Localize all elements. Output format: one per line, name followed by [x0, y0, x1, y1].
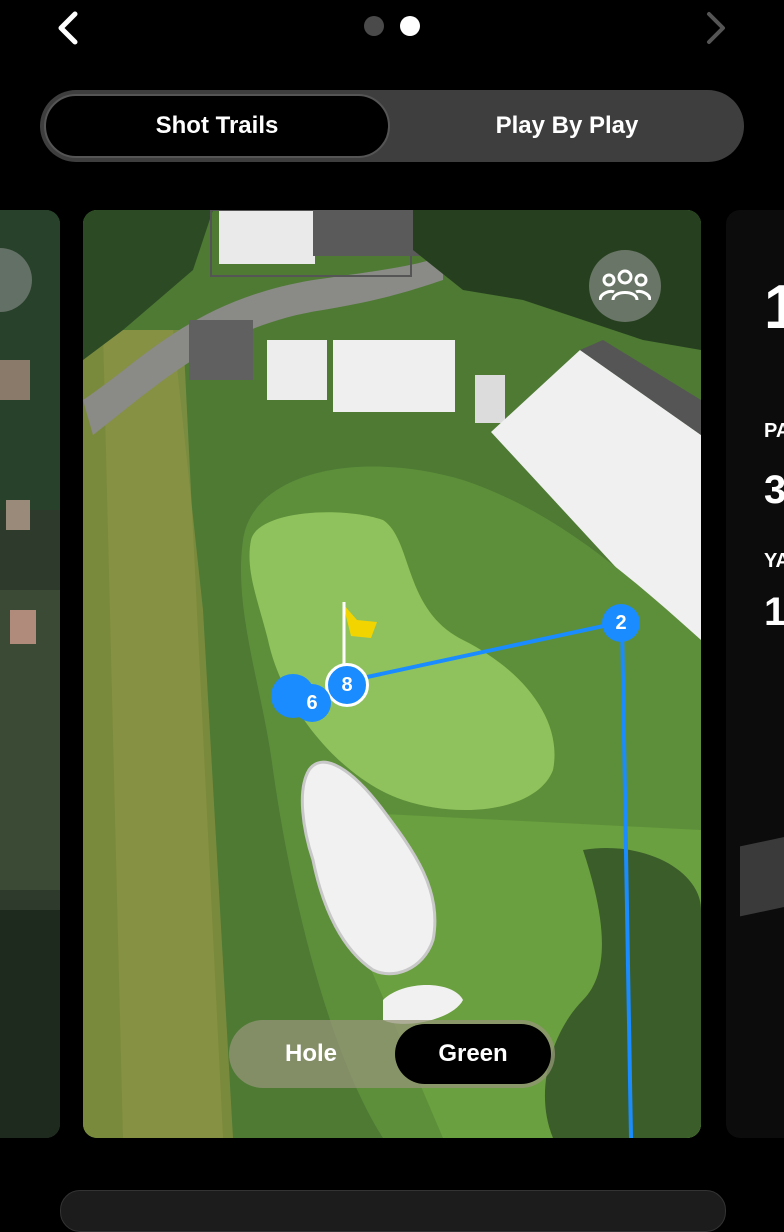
shot-marker-6[interactable]: 6	[293, 684, 331, 722]
flag-icon	[342, 602, 377, 644]
previous-hole-card[interactable]	[0, 210, 60, 1138]
bottom-panel[interactable]	[60, 1190, 726, 1232]
hole-info-card[interactable]: 1 PA 3 YA 1	[726, 210, 784, 1138]
toggle-green[interactable]: Green	[395, 1024, 551, 1084]
previous-hole-map	[0, 210, 60, 1138]
tab-play-by-play[interactable]: Play By Play	[394, 94, 740, 158]
view-segmented-control: Shot Trails Play By Play	[40, 90, 744, 162]
hole-map	[83, 210, 701, 1138]
hole-map-card: 2 8 6 Hole Green	[83, 210, 701, 1138]
hole-green-toggle: Hole Green	[229, 1020, 555, 1088]
yards-label: YA	[764, 550, 784, 572]
tab-shot-trails[interactable]: Shot Trails	[44, 94, 390, 158]
yards-value: 1	[764, 590, 784, 634]
forward-button[interactable]	[696, 8, 736, 48]
par-label: PA	[764, 420, 784, 442]
par-value: 3	[764, 468, 784, 512]
toggle-hole[interactable]: Hole	[233, 1024, 389, 1084]
hole-number: 1	[764, 273, 784, 342]
people-group-icon	[599, 269, 651, 301]
chevron-right-icon	[707, 12, 725, 44]
shot-marker-6-label: 6	[306, 691, 318, 714]
tab-play-by-play-label: Play By Play	[495, 112, 639, 139]
tab-shot-trails-label: Shot Trails	[155, 112, 279, 139]
players-group-button[interactable]	[589, 250, 661, 322]
toggle-green-label: Green	[438, 1040, 508, 1067]
previous-card-group-button[interactable]	[0, 250, 20, 310]
page-dot-2[interactable]	[400, 16, 420, 36]
page-dot-1[interactable]	[364, 16, 384, 36]
chevron-left-icon	[58, 11, 78, 45]
shot-marker-2-label: 2	[615, 611, 627, 634]
toggle-hole-label: Hole	[284, 1040, 337, 1067]
shot-marker-8[interactable]: 8	[325, 663, 369, 707]
shot-marker-2[interactable]: 2	[602, 604, 640, 642]
back-button[interactable]	[48, 8, 88, 48]
top-bar	[0, 0, 784, 60]
shot-marker-8-label: 8	[341, 673, 353, 696]
page-indicator	[364, 16, 420, 36]
right-card-map-thumbnail	[740, 833, 784, 917]
